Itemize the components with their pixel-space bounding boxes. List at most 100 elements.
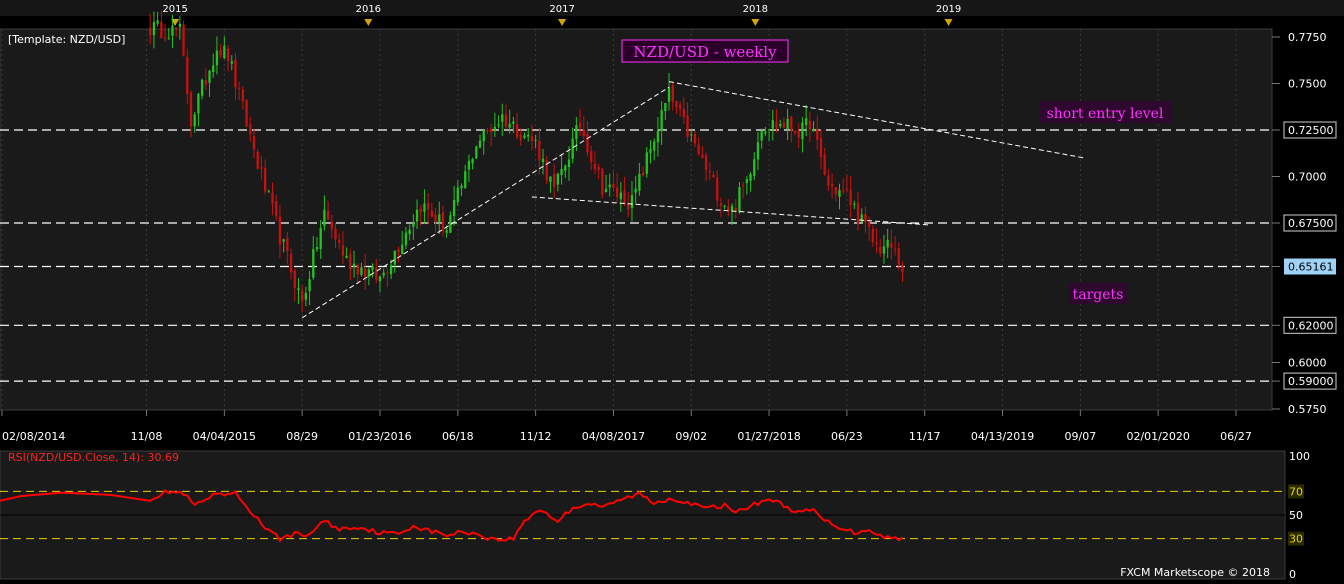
candle-body: [530, 136, 534, 141]
candle-body: [604, 188, 608, 193]
candle-body: [882, 246, 886, 254]
candle-body: [704, 155, 708, 170]
candle-body: [389, 265, 393, 275]
candle-body: [323, 209, 326, 226]
candle-body: [812, 128, 815, 132]
candle-body: [200, 79, 204, 96]
candle-body: [804, 118, 808, 125]
candle-body: [534, 139, 537, 141]
candle-body: [727, 206, 730, 211]
candle-body: [838, 190, 841, 197]
candle-body: [208, 70, 211, 83]
candle-body: [864, 213, 867, 223]
rsi-title: RSI(NZD/USD.Close, 14): 30.69: [8, 451, 179, 464]
candle-body: [649, 149, 652, 154]
candle-body: [171, 25, 174, 36]
candle-body: [701, 154, 704, 158]
candle-body: [567, 159, 571, 168]
candle-body: [678, 104, 682, 109]
candle-body: [230, 61, 233, 64]
candle-body: [356, 265, 359, 275]
candle-body: [612, 183, 615, 188]
candle-body: [867, 221, 871, 227]
candle-body: [512, 121, 515, 124]
candle-body: [434, 214, 437, 223]
candle-body: [664, 103, 667, 112]
candle-body: [178, 23, 182, 28]
candle-body: [842, 190, 845, 192]
candle-body: [819, 138, 823, 158]
targets-label: targets: [1073, 287, 1124, 303]
candle-body: [790, 117, 793, 131]
year-label-2019: 2019: [936, 4, 961, 15]
candle-body: [345, 256, 348, 258]
candle-body: [234, 59, 237, 88]
chart-window: 2015 2016 2017 2018 2019 [Template: NZD/USD]…: [0, 0, 1344, 581]
candle-body: [312, 249, 315, 278]
candle-body: [349, 254, 352, 270]
candle-body: [249, 124, 252, 134]
y-tick-label-current: 0.65161: [1288, 261, 1334, 274]
year-label-2015: 2015: [162, 4, 187, 15]
candle-body: [856, 203, 860, 224]
candle-body: [853, 203, 856, 205]
candle-body: [419, 208, 422, 213]
candle-body: [330, 221, 333, 230]
year-label-2016: 2016: [356, 4, 381, 15]
candle-body: [393, 250, 396, 265]
candle-body: [315, 247, 319, 250]
candle-body: [771, 120, 774, 129]
rsi-y-tick-label: 70: [1289, 485, 1303, 498]
candle-body: [326, 210, 330, 220]
candle-body: [156, 20, 159, 24]
candle-body: [308, 279, 311, 292]
candle-body: [716, 177, 719, 201]
candle-body: [893, 248, 897, 250]
candle-body: [497, 124, 500, 126]
candle-body: [590, 151, 593, 163]
candle-body: [490, 128, 493, 133]
candle-body: [478, 140, 482, 148]
candle-body: [871, 228, 874, 243]
x-tick-label: 11/08: [131, 430, 163, 443]
candle-body: [215, 50, 219, 66]
candle-body: [682, 108, 685, 117]
price-plot-area[interactable]: [0, 28, 1273, 411]
candle-body: [823, 154, 826, 175]
y-tick-label: 0.5750: [1288, 403, 1327, 416]
candle-body: [334, 228, 337, 240]
candle-body: [897, 248, 900, 265]
candle-body: [152, 21, 156, 36]
candle-body: [901, 266, 904, 273]
x-tick-label: 08/29: [286, 430, 318, 443]
candle-body: [667, 87, 671, 102]
candle-body: [886, 239, 889, 248]
candle-body: [149, 27, 152, 36]
candle-body: [486, 129, 489, 132]
candle-body: [397, 249, 400, 253]
candle-body: [508, 123, 511, 128]
x-tick-label: 06/18: [442, 430, 474, 443]
candle-body: [212, 65, 215, 72]
candle-body: [541, 158, 545, 163]
candle-body: [275, 201, 278, 217]
x-tick-label: 04/04/2015: [193, 430, 256, 443]
candle-body: [767, 129, 771, 131]
y-tick-label: 0.62000: [1288, 319, 1334, 332]
candle-body: [263, 168, 267, 192]
candle-body: [382, 272, 385, 276]
template-label: [Template: NZD/USD]: [8, 33, 125, 46]
candle-body: [615, 187, 619, 198]
candle-body: [564, 165, 567, 171]
x-tick-label: 09/07: [1065, 430, 1097, 443]
candle-body: [204, 80, 207, 85]
candle-body: [571, 138, 574, 159]
candle-body: [241, 89, 245, 102]
candle-body: [797, 130, 800, 138]
candle-body: [371, 266, 374, 270]
candle-body: [252, 136, 256, 150]
candle-body: [467, 160, 471, 170]
chart-canvas[interactable]: 2015 2016 2017 2018 2019 [Template: NZD/USD]…: [0, 0, 1344, 581]
candle-body: [367, 269, 371, 277]
y-tick-label: 0.7750: [1288, 31, 1327, 44]
